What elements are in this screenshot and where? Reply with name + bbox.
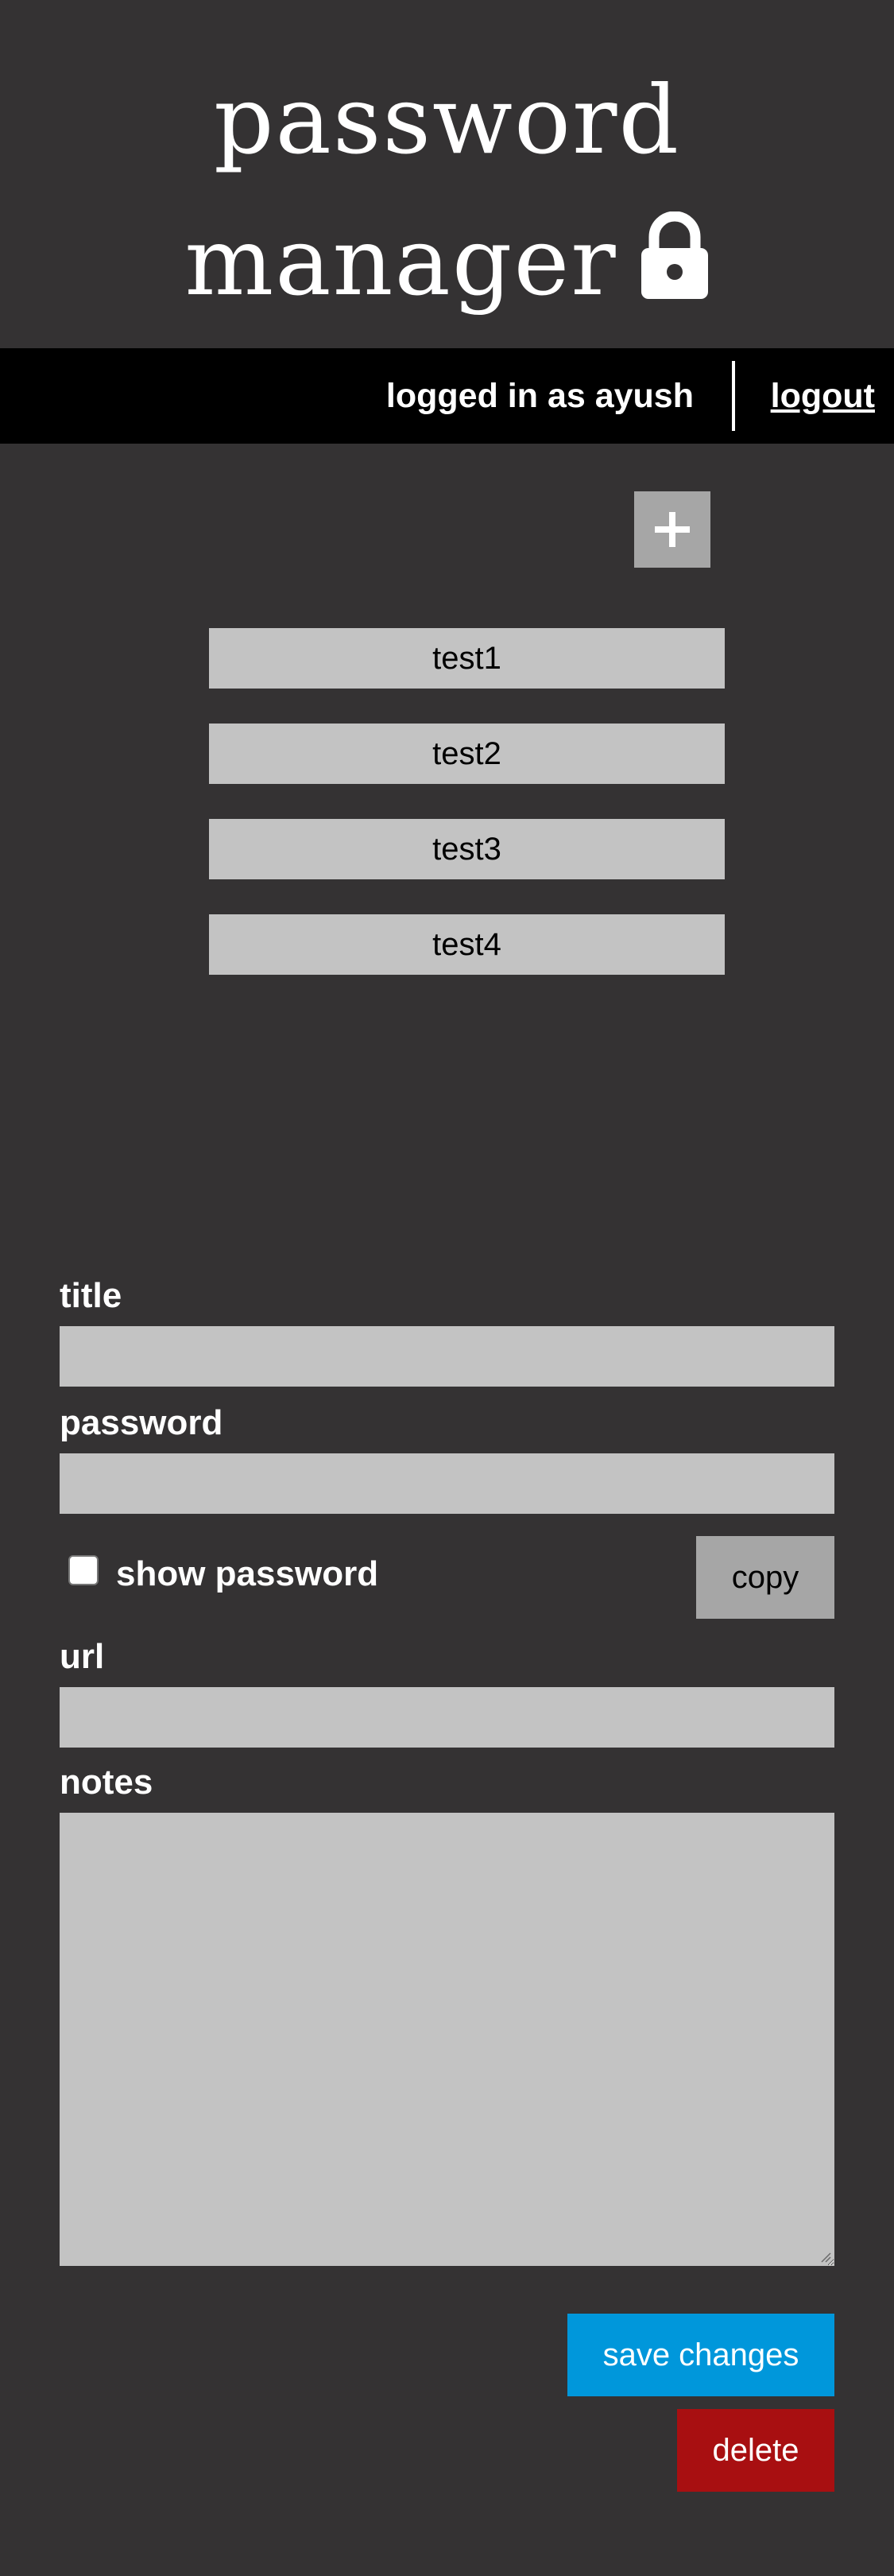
app-title-line2: manager (0, 211, 894, 308)
lock-icon (640, 211, 710, 299)
show-password-checkbox[interactable] (68, 1555, 99, 1585)
copy-button[interactable]: copy (696, 1536, 834, 1619)
userbar-divider (732, 361, 735, 431)
entry-item[interactable]: test1 (209, 628, 725, 689)
entry-item[interactable]: test2 (209, 724, 725, 784)
plus-icon (655, 512, 690, 547)
add-entry-button[interactable] (634, 491, 710, 568)
notes-textarea[interactable] (60, 1813, 834, 2266)
app-title-line1: password (214, 65, 680, 175)
show-password-label[interactable]: show password (116, 1557, 378, 1592)
logged-in-status: logged in as ayush (385, 377, 694, 415)
notes-label: notes (60, 1763, 153, 1802)
save-changes-button[interactable]: save changes (567, 2314, 834, 2396)
entry-item[interactable]: test4 (209, 914, 725, 975)
url-input[interactable] (60, 1687, 834, 1748)
title-label: title (60, 1276, 122, 1315)
title-input[interactable] (60, 1326, 834, 1387)
user-bar: logged in as ayush logout (0, 348, 894, 444)
app-header: password manager (0, 0, 894, 348)
password-label: password (60, 1403, 223, 1442)
password-input[interactable] (60, 1453, 834, 1514)
url-label: url (60, 1637, 105, 1676)
app-title-line2-text: manager (184, 207, 617, 316)
delete-button[interactable]: delete (677, 2409, 834, 2492)
entry-item[interactable]: test3 (209, 819, 725, 879)
resize-grip-icon[interactable] (820, 2252, 831, 2263)
logout-link[interactable]: logout (771, 348, 875, 444)
